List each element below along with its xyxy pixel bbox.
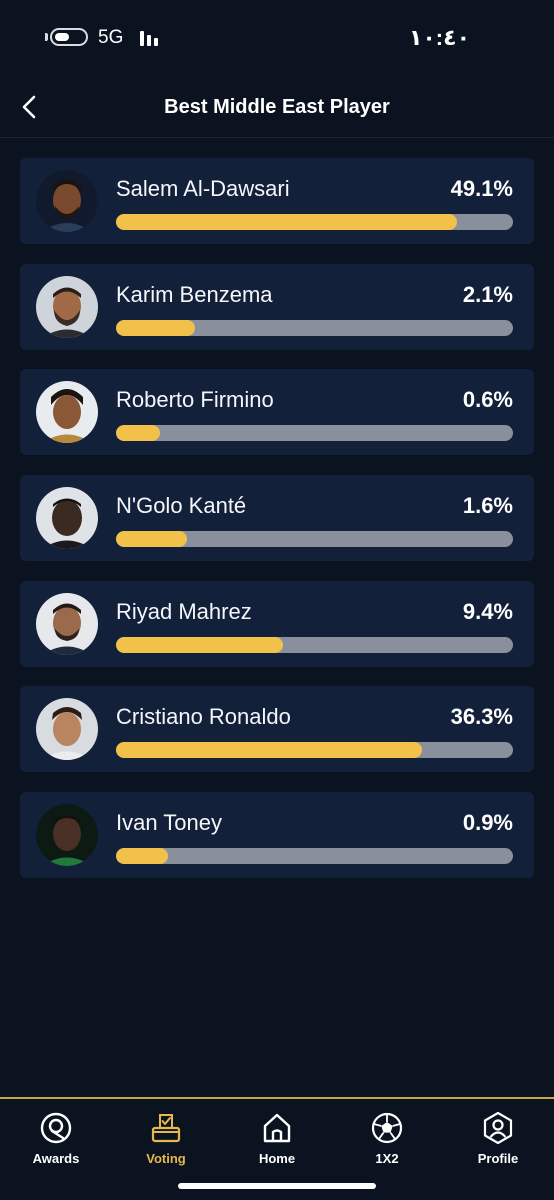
vote-percentage: 0.6% xyxy=(462,387,513,413)
vote-progress-bar xyxy=(116,636,513,653)
vote-percentage: 1.6% xyxy=(462,493,513,519)
header: Best Middle East Player xyxy=(0,76,554,138)
nav-voting[interactable]: Voting xyxy=(116,1111,216,1175)
vote-progress-fill xyxy=(116,319,196,336)
player-card[interactable]: Ivan Toney 0.9% xyxy=(20,792,534,879)
nav-1x2[interactable]: 1X2 xyxy=(337,1111,437,1175)
player-name: Ivan Toney xyxy=(116,810,223,836)
vote-progress-bar xyxy=(116,742,513,759)
vote-progress-bar xyxy=(116,319,513,336)
battery-tip xyxy=(45,33,48,41)
player-name: Karim Benzema xyxy=(116,281,273,307)
player-avatar xyxy=(36,381,98,444)
profile-icon xyxy=(483,1111,513,1145)
vote-percentage: 49.1% xyxy=(450,176,513,201)
player-card[interactable]: Riyad Mahrez 9.4% xyxy=(20,580,534,667)
player-avatar xyxy=(36,275,98,338)
nav-label: 1X2 xyxy=(375,1151,399,1166)
player-avatar xyxy=(36,698,98,761)
nav-label: Profile xyxy=(477,1151,519,1166)
player-avatar xyxy=(36,487,98,550)
vote-progress-fill xyxy=(116,636,283,653)
player-name: Cristiano Ronaldo xyxy=(116,704,291,730)
vote-progress-fill xyxy=(116,425,160,442)
player-name: Riyad Mahrez xyxy=(116,598,252,624)
player-avatar xyxy=(36,804,98,867)
awards-icon xyxy=(40,1112,72,1144)
nav-label: Awards xyxy=(32,1151,80,1166)
player-avatar xyxy=(36,170,98,232)
vote-progress-fill xyxy=(116,214,458,230)
player-card[interactable]: Cristiano Ronaldo 36.3% xyxy=(20,686,534,773)
vote-progress-fill xyxy=(116,531,188,548)
status-time: ١٠:٤٠ xyxy=(408,25,470,50)
nav-label: Home xyxy=(258,1151,296,1166)
signal-strength-icon xyxy=(140,30,164,46)
vote-percentage: 36.3% xyxy=(450,704,513,730)
soccer-ball-icon xyxy=(371,1112,403,1144)
vote-percentage: 0.9% xyxy=(462,810,513,836)
vote-percentage: 2.1% xyxy=(462,281,513,307)
vote-progress-fill xyxy=(116,742,422,759)
status-bar: 5G ١٠:٤٠ xyxy=(0,0,554,76)
player-card[interactable]: Karim Benzema 2.1% xyxy=(20,263,534,350)
player-card[interactable]: N'Golo Kanté 1.6% xyxy=(20,475,534,562)
nav-home[interactable]: Home xyxy=(227,1111,327,1175)
player-name: N'Golo Kanté xyxy=(116,493,247,519)
player-avatar xyxy=(36,592,98,655)
network-type: 5G xyxy=(98,27,124,48)
vote-percentage: 9.4% xyxy=(462,598,513,624)
player-name: Salem Al-Dawsari xyxy=(116,176,290,201)
page-title: Best Middle East Player xyxy=(164,96,390,118)
vote-progress-bar xyxy=(116,531,513,548)
player-name: Roberto Firmino xyxy=(116,387,274,413)
ballot-box-icon xyxy=(151,1114,181,1143)
battery-icon xyxy=(50,28,88,46)
player-vote-list: Salem Al-Dawsari 49.1% Karim Benzema 2.1… xyxy=(20,158,534,898)
player-card[interactable]: Salem Al-Dawsari 49.1% xyxy=(20,158,534,244)
vote-progress-fill xyxy=(116,848,168,865)
player-card[interactable]: Roberto Firmino 0.6% xyxy=(20,369,534,456)
nav-label: Voting xyxy=(146,1151,186,1166)
nav-awards[interactable]: Awards xyxy=(6,1111,106,1175)
vote-progress-bar xyxy=(116,214,513,230)
home-indicator[interactable] xyxy=(178,1183,376,1189)
vote-progress-bar xyxy=(116,425,513,442)
vote-progress-bar xyxy=(116,848,513,865)
home-icon xyxy=(263,1113,291,1143)
nav-profile[interactable]: Profile xyxy=(448,1111,548,1175)
